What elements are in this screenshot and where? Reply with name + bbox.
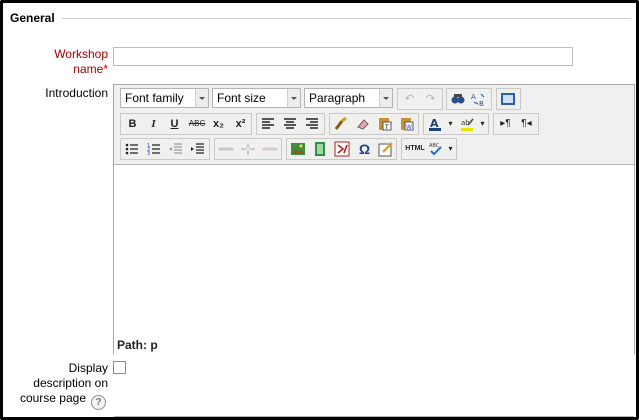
svg-text:B: B: [479, 100, 484, 107]
italic-button[interactable]: I: [144, 115, 163, 133]
subscript-button[interactable]: x₂: [209, 115, 228, 133]
align-center-icon[interactable]: [281, 115, 300, 133]
align-right-icon[interactable]: [303, 115, 322, 133]
highlight-dropdown-icon[interactable]: ▾: [478, 115, 487, 133]
toolbar-row-3: 123 Ω HTML ABC ▾: [118, 138, 628, 160]
fieldset-divider: [62, 18, 631, 19]
workshop-name-label: Workshop name*: [54, 47, 108, 77]
required-marker: *: [103, 62, 108, 76]
rtl-button[interactable]: ¶◂: [517, 115, 536, 133]
brush-icon[interactable]: [332, 115, 351, 133]
alignment-group: [256, 113, 325, 135]
redo-icon[interactable]: ↷: [421, 90, 440, 108]
format-select[interactable]: Paragraph: [304, 88, 393, 108]
direction-group: ▸¶ ¶◂: [493, 113, 539, 135]
svg-text:W: W: [406, 124, 412, 131]
svg-text:3: 3: [147, 151, 150, 157]
fieldset-legend-general: General: [10, 11, 55, 25]
clipboard-group: T W: [329, 113, 419, 135]
toolbar-row-2: B I U ABC x₂ x² T W A ▾ ab ▾ ▸¶ ¶◂: [118, 113, 628, 135]
anchor-icon[interactable]: [261, 140, 280, 158]
unlink-icon[interactable]: [239, 140, 258, 158]
undo-redo-group: ↶ ↷: [397, 88, 443, 110]
svg-text:T: T: [384, 124, 389, 131]
html-source-button[interactable]: HTML: [404, 140, 426, 158]
color-group: A ▾ ab ▾: [423, 113, 489, 135]
spellcheck-dropdown-icon[interactable]: ▾: [446, 140, 455, 158]
svg-text:ABC: ABC: [429, 143, 440, 149]
svg-text:A: A: [471, 93, 476, 101]
text-color-dropdown-icon[interactable]: ▾: [446, 115, 455, 133]
text-style-group: B I U ABC x₂ x²: [120, 113, 252, 135]
help-icon[interactable]: ?: [91, 395, 106, 410]
rich-text-editor: Font family Font size Paragraph ↶ ↷ AB B…: [113, 84, 635, 417]
text-color-icon[interactable]: A: [426, 115, 445, 133]
display-description-checkbox[interactable]: [113, 361, 126, 374]
font-family-value: Font family: [125, 91, 184, 105]
align-left-icon[interactable]: [259, 115, 278, 133]
fullscreen-group: [496, 88, 521, 110]
chevron-down-icon: [287, 89, 300, 107]
outdent-icon[interactable]: [167, 140, 186, 158]
eraser-icon[interactable]: [354, 115, 373, 133]
format-value: Paragraph: [309, 91, 366, 105]
editor-path: Path: p: [117, 338, 158, 352]
search-group: AB: [446, 88, 492, 110]
workshop-name-label-line1: Workshop: [54, 47, 108, 61]
spellcheck-icon[interactable]: ABC: [427, 140, 446, 158]
chevron-down-icon: [379, 89, 392, 107]
list-group: 123: [120, 138, 210, 160]
font-size-value: Font size: [217, 91, 266, 105]
bold-button[interactable]: B: [123, 115, 142, 133]
bullet-list-icon[interactable]: [123, 140, 142, 158]
paste-text-icon[interactable]: T: [376, 115, 395, 133]
indent-icon[interactable]: [189, 140, 208, 158]
fullscreen-icon[interactable]: [499, 90, 518, 108]
link-group: [214, 138, 282, 160]
underline-button[interactable]: U: [165, 115, 184, 133]
tools-group: HTML ABC ▾: [401, 138, 457, 160]
workshop-name-label-line2: name: [73, 62, 104, 76]
toolbar-row-1: Font family Font size Paragraph ↶ ↷ AB: [118, 88, 628, 110]
highlight-color-icon[interactable]: ab: [458, 115, 477, 133]
ltr-button[interactable]: ▸¶: [496, 115, 515, 133]
insert-image-icon[interactable]: [289, 140, 308, 158]
introduction-label: Introduction: [45, 86, 108, 100]
superscript-button[interactable]: x²: [231, 115, 250, 133]
paste-word-icon[interactable]: W: [398, 115, 417, 133]
link-icon[interactable]: [217, 140, 236, 158]
numbered-list-icon[interactable]: 123: [145, 140, 164, 158]
insert-media-icon[interactable]: [311, 140, 330, 158]
display-description-line1: Display: [68, 361, 108, 375]
chevron-down-icon: [195, 89, 208, 107]
strikethrough-button[interactable]: ABC: [186, 115, 208, 133]
display-description-line2: description on: [33, 376, 108, 390]
undo-icon[interactable]: ↶: [400, 90, 419, 108]
insert-group: Ω: [286, 138, 397, 160]
replace-icon[interactable]: AB: [470, 90, 489, 108]
edit-note-icon[interactable]: [377, 140, 396, 158]
find-icon[interactable]: [449, 90, 468, 108]
insert-equation-icon[interactable]: [333, 140, 352, 158]
editor-content-area[interactable]: [114, 164, 634, 417]
font-family-select[interactable]: Font family: [120, 88, 209, 108]
special-character-button[interactable]: Ω: [355, 140, 374, 158]
font-size-select[interactable]: Font size: [212, 88, 301, 108]
workshop-name-input[interactable]: [113, 47, 573, 66]
